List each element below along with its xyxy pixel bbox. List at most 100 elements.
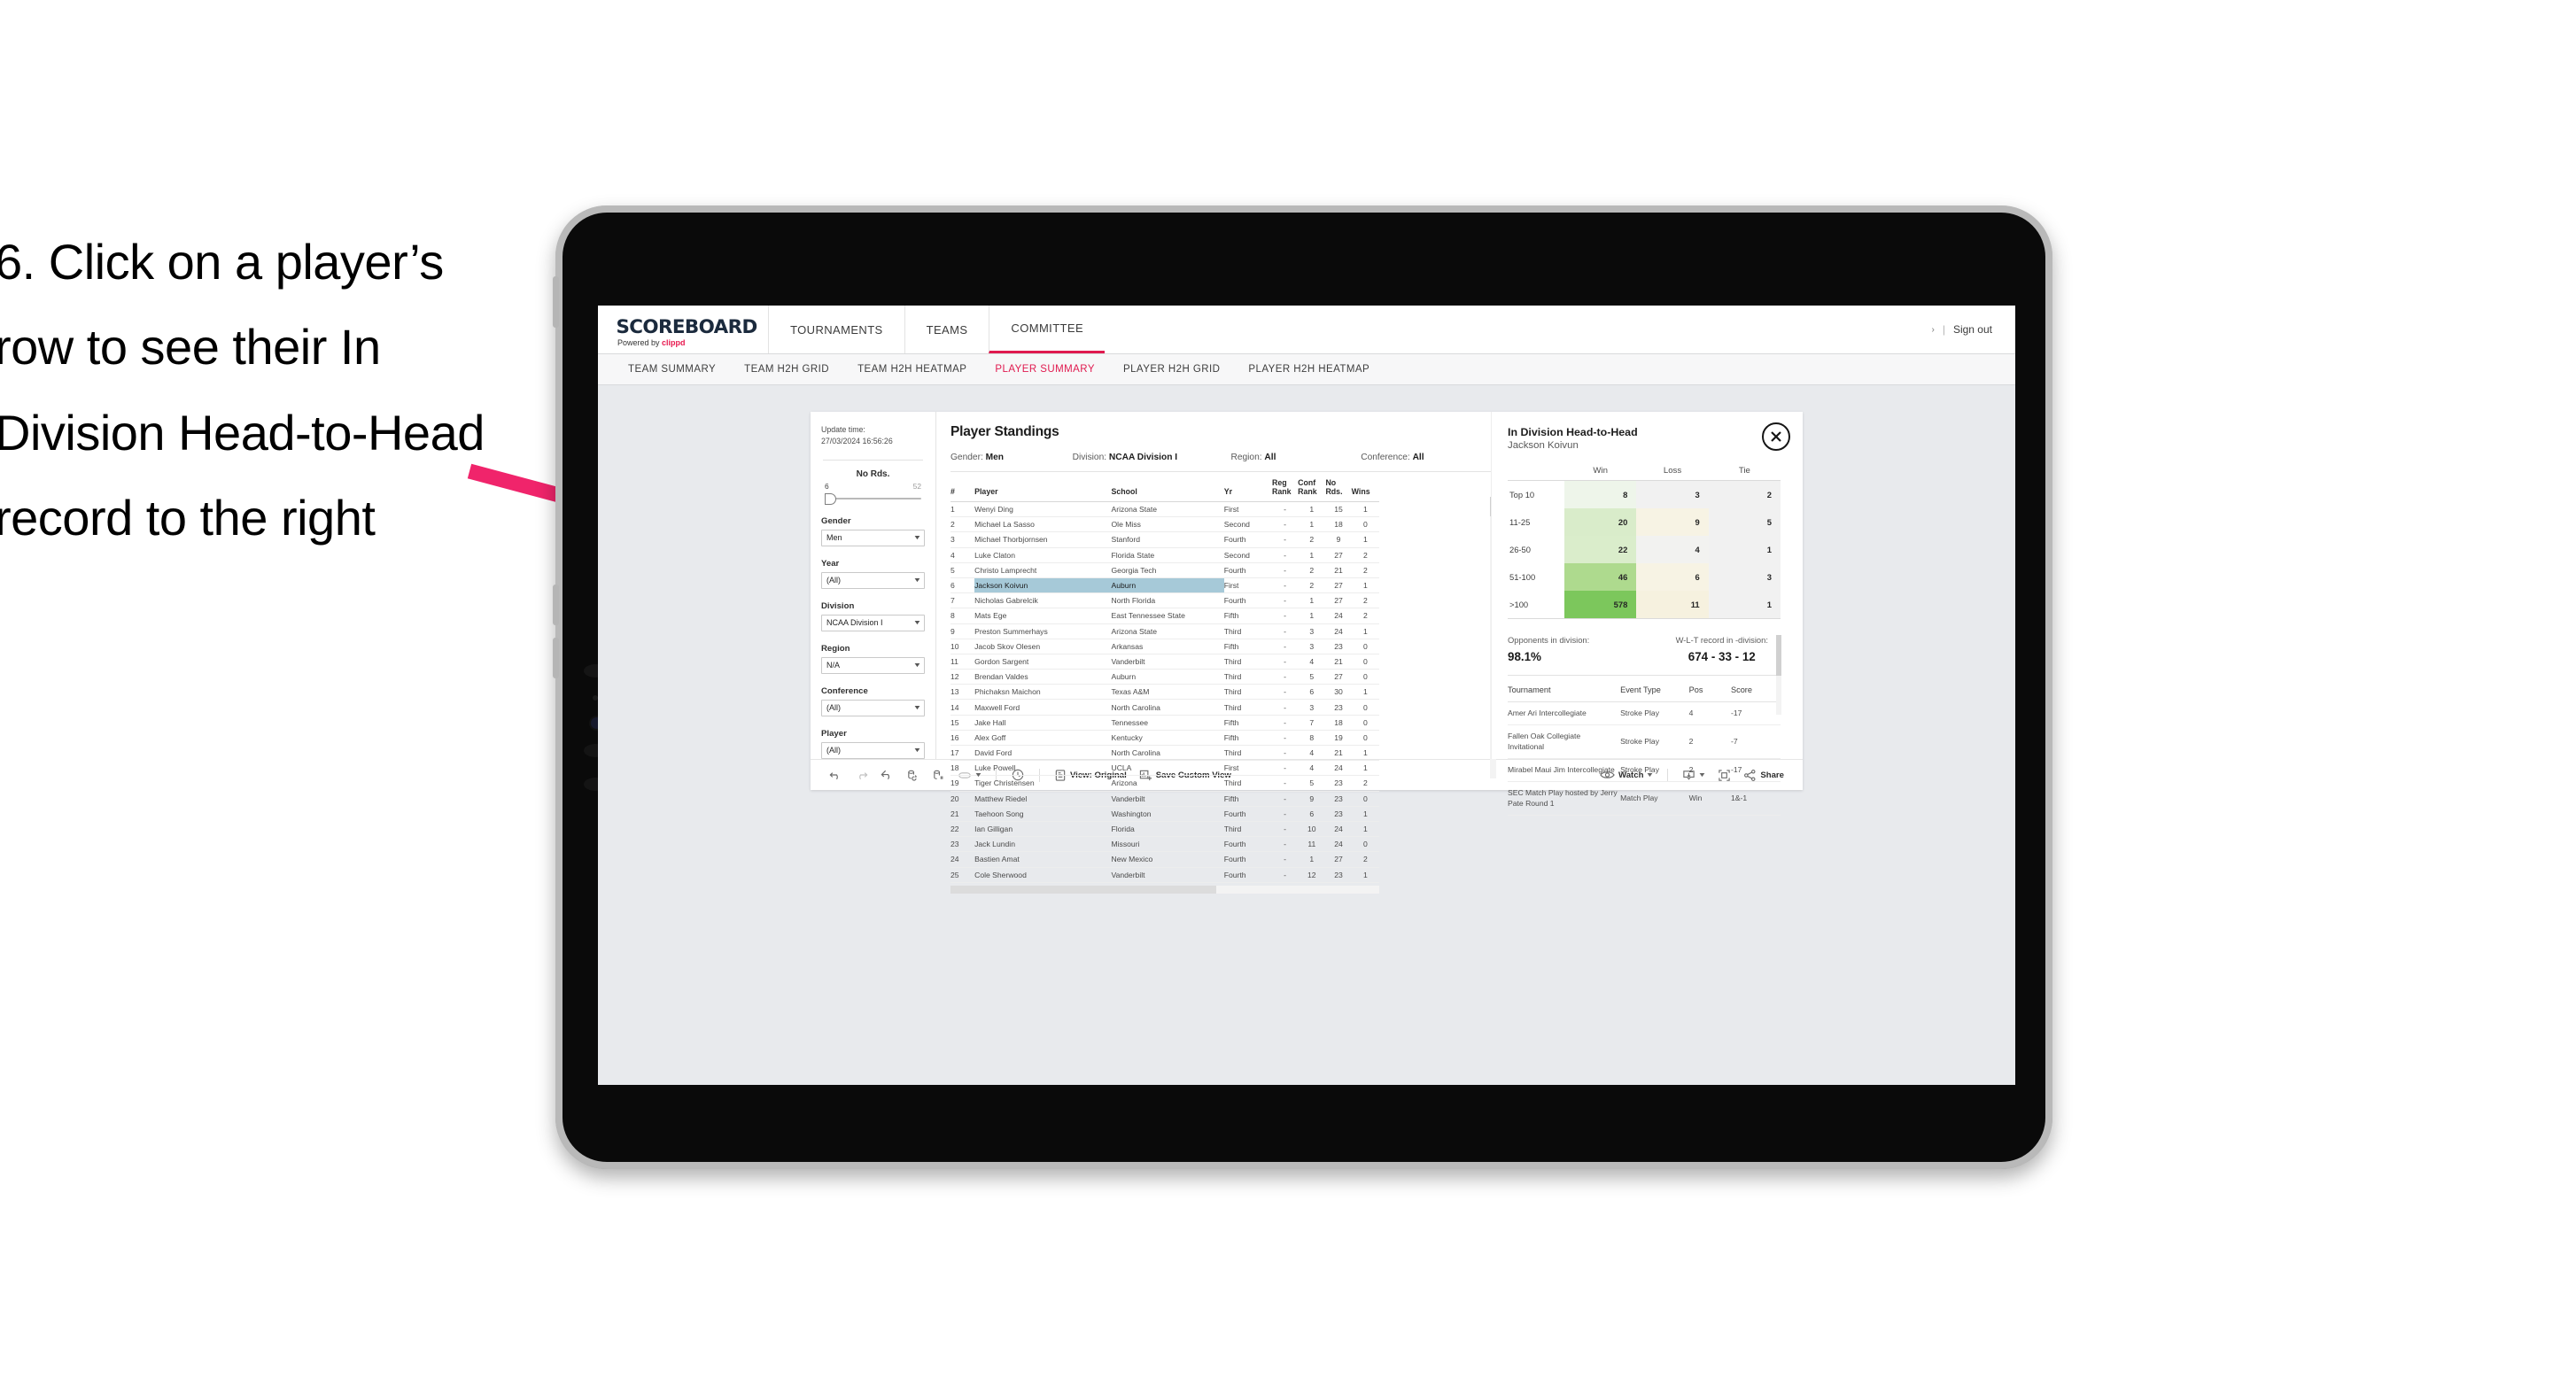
h2h-value-cell[interactable]: 20: [1564, 508, 1637, 536]
slider-handle[interactable]: [825, 492, 836, 505]
power-button[interactable]: [553, 276, 559, 328]
sign-out-link[interactable]: Sign out: [1953, 323, 1992, 336]
col-school[interactable]: School: [1111, 472, 1224, 502]
filter-division-select[interactable]: NCAA Division I ▼: [821, 614, 925, 631]
h2h-value-cell[interactable]: 3: [1708, 563, 1781, 591]
table-row[interactable]: 22 Ian Gilligan Florida Third -10 24 1: [950, 821, 1379, 838]
h2h-value-cell[interactable]: 46: [1564, 563, 1637, 591]
conf-rank-cell: 8: [1298, 730, 1326, 747]
table-row[interactable]: 19 Tiger Christensen Arizona Third -5 23 2: [950, 775, 1379, 792]
list-item[interactable]: Amer Ari Intercollegiate Stroke Play 4 -17: [1508, 701, 1781, 726]
standings-horizontal-scrollbar[interactable]: [950, 885, 1379, 894]
table-row[interactable]: 8 Mats Ege East Tennessee State Fifth -1 24 2: [950, 608, 1379, 624]
table-row[interactable]: 14 Maxwell Ford North Carolina Third -3 23 0: [950, 699, 1379, 716]
nav-committee[interactable]: COMMITTEE: [989, 306, 1106, 353]
table-row[interactable]: 4 Luke Claton Florida State Second -1 27 2: [950, 547, 1379, 563]
table-row[interactable]: 6 Jackson Koivun Auburn First -2 27 1: [950, 577, 1379, 594]
h2h-value-cell[interactable]: 2: [1708, 480, 1781, 508]
table-row[interactable]: 23 Jack Lundin Missouri Fourth -11 24 0: [950, 836, 1379, 853]
h2h-value-cell[interactable]: 11: [1636, 591, 1709, 619]
revert-button[interactable]: [874, 760, 900, 790]
table-row[interactable]: 5 Christo Lamprecht Georgia Tech Fourth -2 21…: [950, 562, 1379, 578]
col-rank[interactable]: #: [950, 472, 975, 502]
rank-cell: 16: [950, 730, 975, 747]
table-row[interactable]: 9 Preston Summerhays Arizona State Third -3 2…: [950, 623, 1379, 639]
filter-player-select[interactable]: (All) ▼: [821, 741, 925, 759]
reg-rank-cell: -: [1271, 577, 1299, 594]
scroll-thumb[interactable]: [1776, 635, 1781, 676]
year-cell: Third: [1223, 821, 1272, 838]
redo-button[interactable]: [849, 760, 874, 790]
tab-team-h2h-heatmap[interactable]: TEAM H2H HEATMAP: [843, 364, 981, 375]
table-row[interactable]: 16 Alex Goff Kentucky Fifth -8 19 0: [950, 730, 1379, 747]
event-type-cell: Stroke Play: [1620, 724, 1689, 760]
table-row[interactable]: 7 Nicholas Gabrelcik North Florida Fourth -1…: [950, 592, 1379, 609]
table-row[interactable]: 2 Michael La Sasso Ole Miss Second -1 18 0: [950, 516, 1379, 533]
filter-conference-select[interactable]: (All) ▼: [821, 699, 925, 716]
nav-teams[interactable]: TEAMS: [904, 306, 989, 353]
h2h-value-cell[interactable]: 4: [1636, 536, 1709, 563]
filter-gender-select[interactable]: Men ▼: [821, 529, 925, 546]
table-row[interactable]: 18 Luke Powell UCLA First -4 24 1: [950, 760, 1379, 777]
table-row[interactable]: 12 Brendan Valdes Auburn Third -5 27 0: [950, 669, 1379, 685]
h2h-value-cell[interactable]: 8: [1564, 480, 1637, 508]
event-type-cell: Match Play: [1620, 781, 1689, 817]
tab-team-summary[interactable]: TEAM SUMMARY: [614, 364, 730, 375]
school-cell: Tennessee: [1111, 715, 1224, 731]
col-player[interactable]: Player: [974, 472, 1112, 502]
col-event-type[interactable]: Event Type: [1620, 678, 1689, 702]
table-row[interactable]: 15 Jake Hall Tennessee Fifth -7 18 0: [950, 715, 1379, 731]
h2h-value-cell[interactable]: 6: [1636, 563, 1709, 591]
col-reg-rank[interactable]: Reg Rank: [1271, 472, 1299, 502]
undo-button[interactable]: [823, 760, 849, 790]
table-row[interactable]: 21 Taehoon Song Washington Fourth -6 23 1: [950, 806, 1379, 822]
nav-tournaments[interactable]: TOURNAMENTS: [768, 306, 904, 353]
table-row[interactable]: 10 Jacob Skov Olesen Arkansas Fifth -3 23 0: [950, 639, 1379, 654]
table-row[interactable]: 24 Bastien Amat New Mexico Fourth -1 27 2: [950, 851, 1379, 868]
tab-player-h2h-grid[interactable]: PLAYER H2H GRID: [1109, 364, 1234, 375]
h2h-value-cell[interactable]: 578: [1564, 591, 1637, 619]
col-score[interactable]: Score: [1730, 678, 1781, 702]
pause-updates-button[interactable]: [926, 760, 951, 790]
filter-region-select[interactable]: N/A ▼: [821, 656, 925, 674]
no-rounds-slider[interactable]: [825, 492, 921, 505]
table-row[interactable]: 1 Wenyi Ding Arizona State First -1 15 1: [950, 501, 1379, 518]
tab-player-h2h-heatmap[interactable]: PLAYER H2H HEATMAP: [1234, 364, 1384, 375]
volume-up-button[interactable]: [553, 585, 559, 625]
scroll-thumb[interactable]: [950, 885, 1216, 894]
no-rds-cell: 27: [1325, 577, 1352, 594]
volume-down-button[interactable]: [553, 638, 559, 678]
tab-team-h2h-grid[interactable]: TEAM H2H GRID: [730, 364, 843, 375]
h2h-value-cell[interactable]: 5: [1708, 508, 1781, 536]
col-no-rds[interactable]: No Rds.: [1325, 472, 1352, 502]
h2h-value-cell[interactable]: 9: [1636, 508, 1709, 536]
list-item[interactable]: Mirabel Maui Jim Intercollegiate Stroke P…: [1508, 758, 1781, 783]
tab-player-summary[interactable]: PLAYER SUMMARY: [981, 364, 1109, 375]
close-icon[interactable]: [1762, 422, 1790, 451]
list-item[interactable]: Fallen Oak Collegiate Invitational Stroke…: [1508, 724, 1781, 760]
user-chevron-icon[interactable]: ›: [1931, 325, 1934, 335]
app-logo[interactable]: SCOREBOARD Powered by clippd: [598, 306, 768, 353]
table-row[interactable]: 25 Cole Sherwood Vanderbilt Fourth -12 23 1: [950, 867, 1379, 883]
table-row[interactable]: 3 Michael Thorbjornsen Stanford Fourth -2 9 1: [950, 531, 1379, 548]
table-row[interactable]: 11 Gordon Sargent Vanderbilt Third -4 21 0: [950, 654, 1379, 670]
col-wins[interactable]: Wins: [1351, 472, 1379, 502]
col-tournament[interactable]: Tournament: [1508, 678, 1621, 702]
col-pos[interactable]: Pos: [1688, 678, 1731, 702]
update-time-label: Update time:: [821, 425, 865, 434]
refresh-data-button[interactable]: [900, 760, 926, 790]
col-conf-rank[interactable]: Conf Rank: [1298, 472, 1326, 502]
h2h-value-cell[interactable]: 22: [1564, 536, 1637, 563]
h2h-value-cell[interactable]: 1: [1708, 536, 1781, 563]
table-row[interactable]: 13 Phichaksn Maichon Texas A&M Third -6 30 1: [950, 684, 1379, 701]
h2h-value-cell[interactable]: 3: [1636, 480, 1709, 508]
sub-navigation: TEAM SUMMARY TEAM H2H GRID TEAM H2H HEAT…: [598, 354, 2015, 385]
table-row[interactable]: 20 Matthew Riedel Vanderbilt Fifth -9 23 0: [950, 791, 1379, 807]
col-year[interactable]: Yr: [1223, 472, 1272, 502]
table-row[interactable]: 17 David Ford North Carolina Third -4 21 1: [950, 745, 1379, 762]
h2h-value-cell[interactable]: 1: [1708, 591, 1781, 619]
pos-cell: 4: [1688, 701, 1731, 726]
list-item[interactable]: SEC Match Play hosted by Jerry Pate Roun…: [1508, 781, 1781, 817]
tournament-scrollbar[interactable]: [1776, 635, 1781, 715]
filter-year-select[interactable]: (All) ▼: [821, 571, 925, 589]
